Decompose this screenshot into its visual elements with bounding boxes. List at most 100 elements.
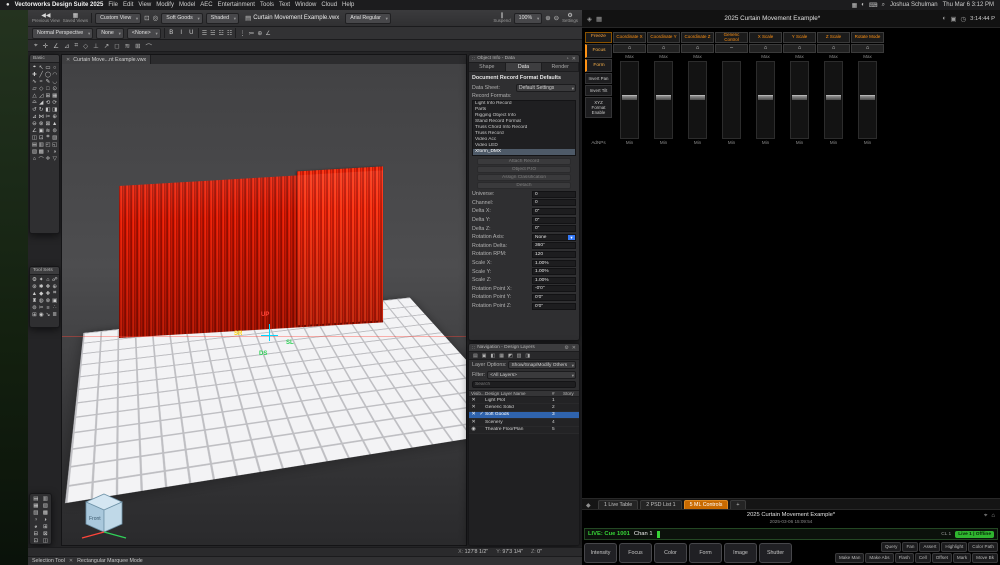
field-input[interactable]: 0 bbox=[532, 199, 576, 206]
eos-tab[interactable]: 1 Live Table bbox=[598, 500, 638, 509]
snap-mode-icon[interactable]: ∠ bbox=[53, 42, 59, 50]
tool-icon[interactable]: ◱ bbox=[51, 141, 58, 148]
tool-set-icon[interactable]: ◍ bbox=[38, 297, 45, 304]
parameter-category-button[interactable]: Focus bbox=[585, 44, 612, 58]
tool-set-icon[interactable]: ≣ bbox=[51, 311, 58, 318]
freeze-button[interactable]: Freeze bbox=[585, 32, 612, 43]
tool-icon[interactable]: ≈ bbox=[38, 78, 45, 85]
saved-views-button[interactable]: ▦ Saved Views bbox=[63, 13, 88, 23]
column-story[interactable]: Story bbox=[561, 391, 579, 396]
eos-tab[interactable]: 2 PSD List 1 bbox=[640, 500, 681, 509]
attribute-icon[interactable]: ▥ bbox=[41, 495, 51, 502]
tool-icon[interactable]: ◢ bbox=[38, 99, 45, 106]
tool-icon[interactable]: ✂ bbox=[45, 113, 52, 120]
tool-icon[interactable]: ≋ bbox=[45, 127, 52, 134]
background-render-dropdown[interactable]: None bbox=[96, 28, 124, 39]
menubar-app-name[interactable]: Vectorworks Design Suite 2025 bbox=[15, 2, 104, 8]
softkey-button[interactable]: Highlight bbox=[941, 542, 967, 552]
status-icon[interactable]: ⌨ bbox=[869, 2, 878, 9]
tool-icon[interactable]: ⌂ bbox=[31, 155, 38, 162]
tool-icon[interactable]: ⊙ bbox=[51, 85, 58, 92]
parameter-category-button[interactable]: Invert Pan bbox=[585, 73, 612, 84]
tool-icon[interactable]: ✎ bbox=[45, 78, 52, 85]
status-icon[interactable]: ▦ bbox=[852, 2, 858, 9]
eos-mid-icon[interactable]: ⌂ bbox=[991, 513, 995, 520]
document-tab[interactable]: ✕ Curtain Move...nt Example.vwx bbox=[62, 55, 151, 64]
tool-icon[interactable]: ⊞ bbox=[45, 92, 52, 99]
encoder-fader-handle[interactable] bbox=[792, 95, 807, 100]
close-tab-icon[interactable]: ✕ bbox=[66, 57, 70, 63]
navigation-tab-icon[interactable]: ▦ bbox=[499, 353, 504, 359]
softkey-button[interactable]: Cell bbox=[915, 553, 931, 563]
palette-header-icon[interactable]: ✕ bbox=[572, 345, 576, 351]
layer-row[interactable]: ◉ Theatre FloorPlan 5 bbox=[469, 427, 579, 434]
tool-icon[interactable]: ↺ bbox=[31, 106, 38, 113]
tool-icon[interactable]: ▨ bbox=[51, 134, 58, 141]
eos-topbar-icon[interactable]: ◷ bbox=[961, 15, 967, 23]
attribute-icon[interactable]: ▤ bbox=[31, 495, 41, 502]
tool-set-icon[interactable]: ⊛ bbox=[31, 283, 38, 290]
tool-set-icon[interactable]: ◆ bbox=[38, 290, 45, 297]
tool-icon[interactable]: ◡ bbox=[51, 78, 58, 85]
tool-set-icon[interactable]: ✚ bbox=[45, 290, 52, 297]
record-action-button[interactable]: Attach Record bbox=[477, 158, 571, 165]
softkey-button[interactable]: Offset bbox=[932, 553, 952, 563]
eos-tab[interactable]: + bbox=[730, 500, 745, 509]
tool-icon[interactable]: ◔ bbox=[45, 148, 52, 155]
basic-palette-header[interactable]: Basic bbox=[30, 55, 59, 63]
encoder-fader-track[interactable] bbox=[756, 61, 775, 139]
tool-set-icon[interactable]: ◉ bbox=[38, 311, 45, 318]
text-format-button[interactable]: B bbox=[168, 30, 175, 36]
palette-header-icon[interactable]: ⚙ bbox=[564, 345, 568, 351]
menubar-menu-item[interactable]: Model bbox=[179, 2, 195, 8]
menubar-menu-item[interactable]: Help bbox=[342, 2, 354, 8]
navigation-tab-icon[interactable]: ◩ bbox=[508, 353, 513, 359]
tool-set-icon[interactable]: ♜ bbox=[31, 297, 38, 304]
object-info-tab[interactable]: Data bbox=[506, 63, 543, 71]
tool-icon[interactable]: ∠ bbox=[31, 127, 38, 134]
align-button[interactable]: ☱ bbox=[210, 30, 215, 37]
tool-icon[interactable]: ⊕ bbox=[51, 113, 58, 120]
tool-icon[interactable]: ⊚ bbox=[51, 127, 58, 134]
tool-set-icon[interactable]: ❖ bbox=[45, 283, 52, 290]
field-input[interactable]: 1.00% bbox=[532, 268, 576, 275]
field-input[interactable]: 0'0" bbox=[532, 294, 576, 301]
encoder-fader-track[interactable] bbox=[858, 61, 877, 139]
field-input[interactable]: 0" bbox=[532, 225, 576, 232]
attribute-icon[interactable]: ⊟ bbox=[31, 530, 41, 537]
tool-icon[interactable]: ▱ bbox=[31, 85, 38, 92]
visibility-toggle[interactable]: ✕ bbox=[469, 398, 478, 403]
tool-icon[interactable]: ⌒ bbox=[38, 155, 45, 162]
encoder-fader-track[interactable] bbox=[688, 61, 707, 139]
snap-mode-icon[interactable]: ⊥ bbox=[93, 42, 99, 50]
tool-icon[interactable]: ⊖ bbox=[31, 120, 38, 127]
tool-set-icon[interactable]: ⚙ bbox=[31, 276, 38, 283]
layer-row[interactable]: ✕ Generic Solid 2 bbox=[469, 404, 579, 411]
parameter-category-button[interactable]: Form bbox=[585, 59, 612, 73]
snap-mode-icon[interactable]: ⊞ bbox=[135, 42, 140, 50]
encoder-fader-handle[interactable] bbox=[622, 95, 637, 100]
softkey-button[interactable]: Assert bbox=[919, 542, 940, 552]
tool-icon[interactable]: ⟲ bbox=[45, 99, 52, 106]
softkey-button[interactable]: Query bbox=[881, 542, 902, 552]
tool-icon[interactable]: ⌖ bbox=[31, 64, 38, 71]
menubar-menu-item[interactable]: Cloud bbox=[321, 2, 337, 8]
menubar-menu-item[interactable]: Modify bbox=[156, 2, 174, 8]
eos-command-line[interactable]: LIVE: Cue 1001 Chan 1 CL 1 Live 1 | Offl… bbox=[584, 528, 998, 540]
tool-icon[interactable]: △ bbox=[31, 92, 38, 99]
attribute-icon[interactable]: ▨ bbox=[31, 509, 41, 516]
field-input[interactable]: 1.00% bbox=[532, 277, 576, 284]
encoder-fader-handle[interactable] bbox=[860, 95, 875, 100]
attribute-icon[interactable]: ▧ bbox=[41, 502, 51, 509]
tool-icon[interactable]: ✚ bbox=[31, 71, 38, 78]
encoder-home-button[interactable]: ⌂ bbox=[749, 44, 782, 53]
layer-row[interactable]: ✕ Light Plot 1 bbox=[469, 397, 579, 404]
encoder-home-button[interactable]: ⌂ bbox=[613, 44, 646, 53]
tool-set-icon[interactable]: ⊞ bbox=[31, 311, 38, 318]
eos-mid-icon[interactable]: ⌖ bbox=[984, 513, 987, 520]
column-number[interactable]: # bbox=[552, 391, 561, 396]
encoder-parameter-label[interactable]: Coordinate X bbox=[613, 32, 646, 43]
snap-mode-icon[interactable]: ⌗ bbox=[74, 42, 78, 50]
encoder-home-button[interactable]: – bbox=[715, 44, 748, 53]
field-input[interactable]: 0'0" bbox=[532, 303, 576, 310]
